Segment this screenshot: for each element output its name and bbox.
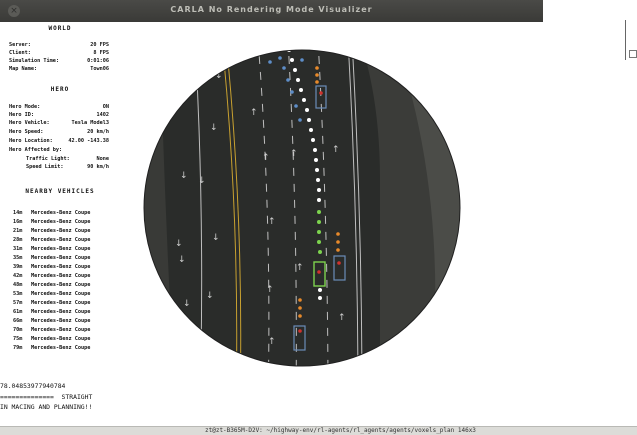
svg-text:↓: ↓ [175, 239, 183, 249]
nearby-vehicle-item: 66m Mercedes-Benz Coupe [13, 318, 91, 324]
terminal-line: 78.04853977940784 [0, 382, 66, 390]
hero-row: Hero Vehicle: Tesla Model3 [9, 120, 109, 126]
hero-row: Hero Speed: 20 km/h [9, 129, 109, 135]
svg-text:↓: ↓ [178, 255, 186, 265]
nearby-vehicle-item: 21m Mercedes-Benz Coupe [13, 228, 91, 234]
svg-text:↑: ↑ [332, 145, 340, 155]
svg-text:↑: ↑ [338, 313, 346, 323]
hero-row: Hero Location: 42.00 -143.38 [9, 138, 109, 144]
terminal-line: ============== STRAIGHT [0, 393, 93, 401]
world-row: Simulation Time: 0:01:06 [9, 58, 109, 64]
svg-text:↓: ↓ [205, 71, 213, 81]
hero-row: Hero Mode: ON [9, 104, 109, 110]
nearby-section-title: NEARBY VEHICLES [25, 188, 95, 195]
nearby-vehicle-item: 70m Mercedes-Benz Coupe [13, 327, 91, 333]
svg-text:↑: ↑ [320, 375, 328, 385]
svg-text:↑: ↑ [268, 337, 276, 347]
nearby-vehicle-item: 16m Mercedes-Benz Coupe [13, 219, 91, 225]
nearby-vehicle-item: 48m Mercedes-Benz Coupe [13, 282, 91, 288]
svg-text:↓: ↓ [212, 233, 220, 243]
hud-panel: WORLD Server: 20 FPS Client: 8 FPS Simulat… [0, 22, 145, 426]
terminal-line: IN MACING AND PLANNING!! [0, 403, 93, 411]
svg-text:↓: ↓ [198, 176, 206, 186]
world-row: Client: 8 FPS [9, 50, 109, 56]
svg-text:↑: ↑ [298, 375, 306, 385]
nearby-vehicle-item: 42m Mercedes-Benz Coupe [13, 273, 91, 279]
visualizer-window: × CARLA No Rendering Mode Visualizer ↓ ↓… [0, 0, 543, 426]
nearby-vehicle-item: 53m Mercedes-Benz Coupe [13, 291, 91, 297]
svg-text:↑: ↑ [290, 149, 298, 159]
svg-text:↓: ↓ [210, 123, 218, 133]
svg-text:↑: ↑ [266, 285, 274, 295]
svg-text:↑: ↑ [268, 217, 276, 227]
scrollbar[interactable] [625, 20, 626, 60]
nearby-vehicle-item: 35m Mercedes-Benz Coupe [13, 255, 91, 261]
svg-text:↑: ↑ [296, 263, 304, 273]
window-control-icon[interactable] [629, 50, 637, 58]
hero-row: Hero Affected by: [9, 147, 63, 153]
svg-text:↑: ↑ [250, 108, 258, 118]
svg-text:↓: ↓ [180, 171, 188, 181]
hero-section-title: HERO [50, 86, 70, 93]
hero-row: Hero ID: 1402 [9, 112, 109, 118]
nearby-vehicle-item: 14m Mercedes-Benz Coupe [13, 210, 91, 216]
nearby-vehicle-item: 79m Mercedes-Benz Coupe [13, 345, 91, 351]
hero-row: Speed Limit: 90 km/h [26, 164, 109, 170]
svg-text:↓: ↓ [206, 291, 214, 301]
nearby-vehicle-item: 31m Mercedes-Benz Coupe [13, 246, 91, 252]
nearby-vehicle-item: 39m Mercedes-Benz Coupe [13, 264, 91, 270]
world-section-title: WORLD [48, 25, 72, 32]
nearby-vehicle-item: 61m Mercedes-Benz Coupe [13, 309, 91, 315]
hero-row: Traffic Light: None [26, 156, 109, 162]
world-row: Map Name: Town06 [9, 66, 109, 72]
background-terminal [543, 0, 637, 426]
nearby-vehicle-item: 28m Mercedes-Benz Coupe [13, 237, 91, 243]
svg-text:↑: ↑ [262, 153, 270, 163]
svg-text:↓: ↓ [183, 299, 191, 309]
world-row: Server: 20 FPS [9, 42, 109, 48]
nearby-vehicle-item: 75m Mercedes-Benz Coupe [13, 336, 91, 342]
nearby-vehicle-item: 57m Mercedes-Benz Coupe [13, 300, 91, 306]
